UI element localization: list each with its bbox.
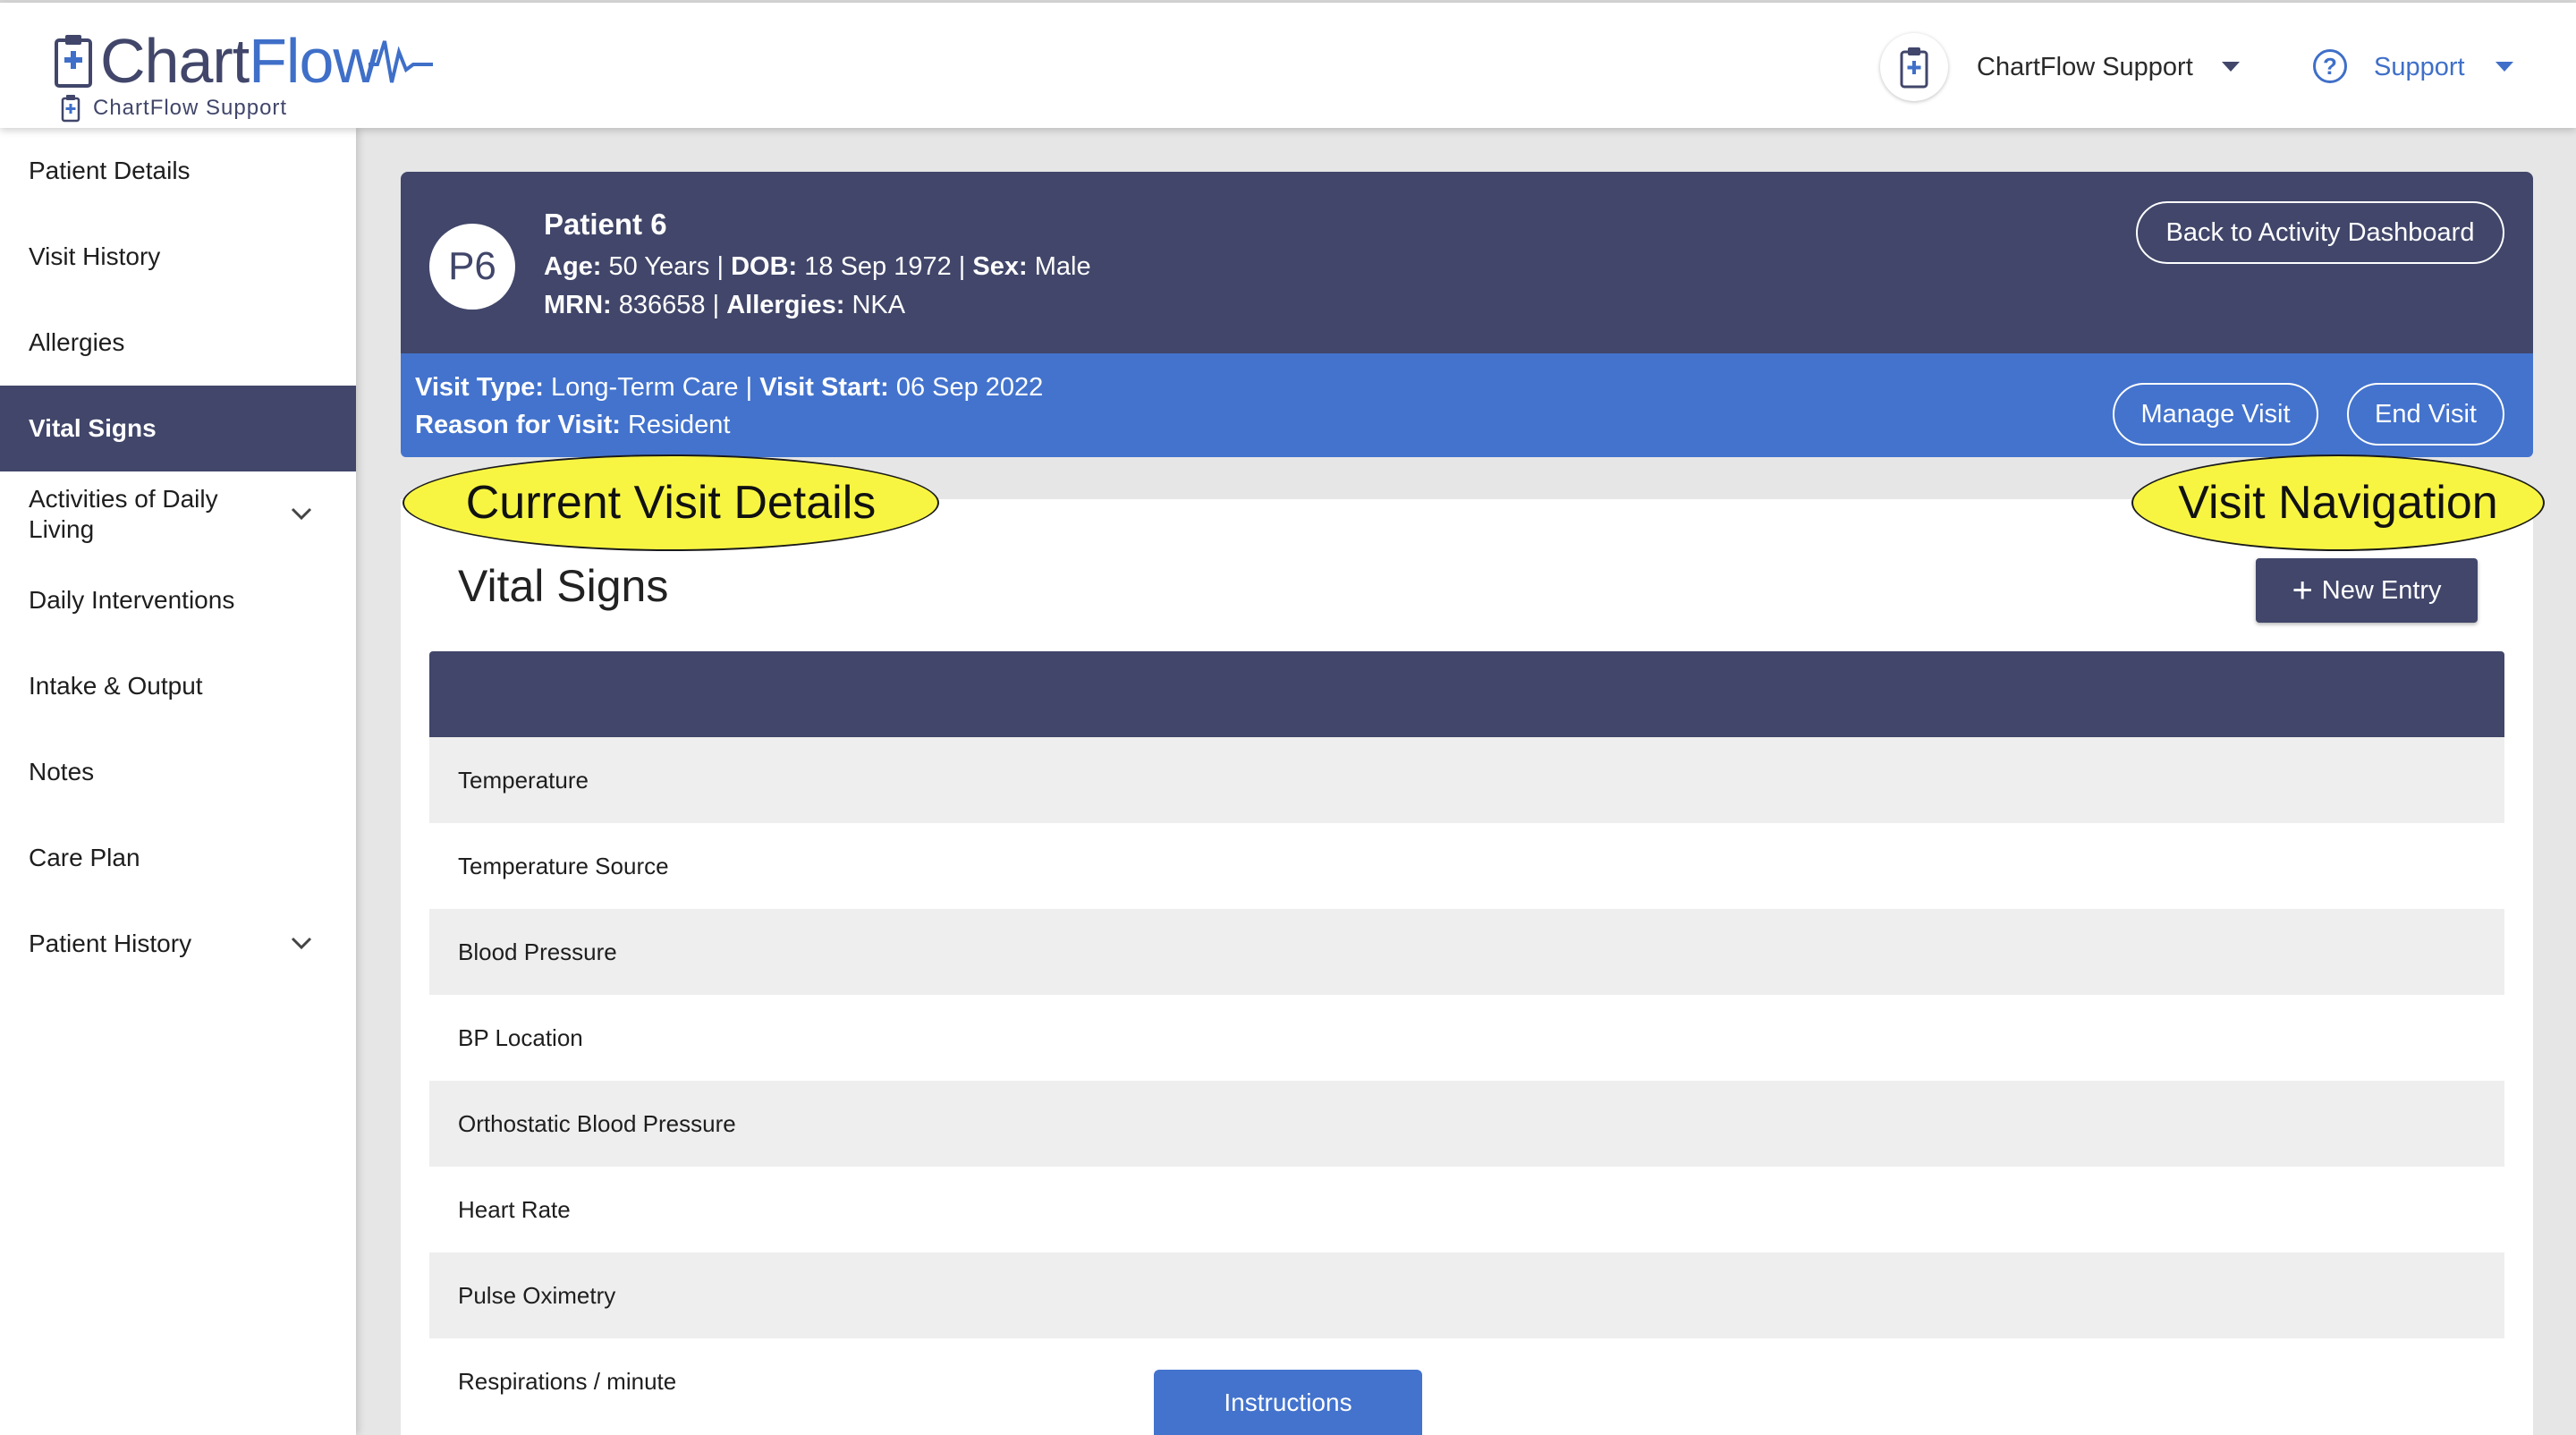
sidebar-item-daily-interventions[interactable]: Daily Interventions bbox=[0, 557, 356, 643]
table-row[interactable]: Blood Pressure bbox=[429, 909, 2504, 995]
sidebar-item-visit-history[interactable]: Visit History bbox=[0, 214, 356, 300]
patient-name: Patient 6 bbox=[544, 208, 667, 241]
pulse-wave-icon bbox=[368, 40, 433, 83]
back-to-activity-dashboard-button[interactable]: Back to Activity Dashboard bbox=[2136, 201, 2504, 264]
callout-current-visit-details: Current Visit Details bbox=[402, 454, 939, 551]
manage-visit-button[interactable]: Manage Visit bbox=[2113, 383, 2318, 446]
separator: | bbox=[712, 291, 720, 319]
clipboard-icon bbox=[1900, 47, 1928, 89]
visit-reason-line: Reason for Visit: Resident bbox=[415, 411, 730, 440]
patient-identifiers: MRN: 836658 | Allergies: NKA bbox=[544, 291, 905, 320]
sidebar-item-care-plan[interactable]: Care Plan bbox=[0, 815, 356, 901]
sidebar-item-label: Patient Details bbox=[29, 157, 191, 184]
separator: | bbox=[716, 252, 724, 281]
age-label: Age: bbox=[544, 252, 602, 281]
row-label: Temperature Source bbox=[458, 852, 669, 879]
sidebar-item-notes[interactable]: Notes bbox=[0, 729, 356, 815]
sidebar-item-allergies[interactable]: Allergies bbox=[0, 300, 356, 386]
help-circle-icon[interactable]: ? bbox=[2313, 49, 2347, 83]
callout-visit-navigation: Visit Navigation bbox=[2131, 454, 2545, 551]
new-entry-label: New Entry bbox=[2321, 575, 2442, 605]
visit-type-label: Visit Type: bbox=[415, 373, 544, 402]
sidebar-item-label: Allergies bbox=[29, 328, 125, 356]
visit-reason-label: Reason for Visit: bbox=[415, 411, 621, 439]
separator: | bbox=[958, 252, 966, 281]
dob-value: 18 Sep 1972 bbox=[804, 252, 952, 281]
visit-reason-value: Resident bbox=[627, 411, 731, 439]
new-entry-button[interactable]: + New Entry bbox=[2256, 558, 2478, 623]
allergies-label: Allergies: bbox=[726, 291, 845, 319]
table-row[interactable]: Temperature bbox=[429, 737, 2504, 823]
chevron-down-icon[interactable] bbox=[290, 935, 313, 951]
patient-avatar: P6 bbox=[429, 224, 515, 310]
row-label: Temperature bbox=[458, 766, 589, 794]
separator: | bbox=[745, 373, 753, 402]
patient-banner: P6 Patient 6 Age: 50 Years | DOB: 18 Sep… bbox=[401, 172, 2533, 353]
table-row[interactable]: Respirations / minute bbox=[429, 1338, 2504, 1424]
user-menu-label[interactable]: ChartFlow Support bbox=[1977, 53, 2193, 82]
table-row[interactable]: Pulse Oximetry bbox=[429, 1252, 2504, 1338]
table-row[interactable]: Orthostatic Blood Pressure bbox=[429, 1081, 2504, 1167]
age-value: 50 Years bbox=[608, 252, 710, 281]
table-row[interactable]: BP Location bbox=[429, 995, 2504, 1081]
sex-value: Male bbox=[1034, 252, 1091, 281]
sidebar-item-label: Vital Signs bbox=[29, 414, 157, 442]
row-label: BP Location bbox=[458, 1023, 583, 1051]
clipboard-icon bbox=[61, 95, 80, 123]
mrn-value: 836658 bbox=[618, 291, 706, 319]
patient-demographics: Age: 50 Years | DOB: 18 Sep 1972 | Sex: … bbox=[544, 252, 1091, 282]
sidebar-item-label: Activities of Daily Living bbox=[29, 485, 218, 543]
logo-subtitle-text: ChartFlow Support bbox=[93, 96, 288, 120]
plus-icon: + bbox=[2292, 571, 2313, 610]
visit-start-label: Visit Start: bbox=[759, 373, 889, 402]
logo-flow-text: Flow bbox=[249, 26, 378, 96]
visit-type-line: Visit Type: Long-Term Care | Visit Start… bbox=[415, 373, 1043, 403]
table-header bbox=[429, 651, 2504, 737]
sidebar-item-activities-of-daily-living[interactable]: Activities of Daily Living bbox=[0, 471, 356, 557]
allergies-value: NKA bbox=[852, 291, 906, 319]
instructions-tab[interactable]: Instructions bbox=[1154, 1370, 1422, 1435]
row-label: Respirations / minute bbox=[458, 1367, 677, 1395]
sidebar-item-patient-history[interactable]: Patient History bbox=[0, 901, 356, 987]
dob-label: DOB: bbox=[731, 252, 798, 281]
vital-signs-panel: Vital Signs + New Entry Temperature Temp… bbox=[401, 499, 2533, 1435]
sidebar-item-label: Care Plan bbox=[29, 844, 140, 871]
logo-wordmark: ChartFlow bbox=[100, 30, 378, 92]
table-row[interactable]: Temperature Source bbox=[429, 823, 2504, 909]
visit-details-band: Visit Type: Long-Term Care | Visit Start… bbox=[401, 353, 2533, 457]
mrn-label: MRN: bbox=[544, 291, 612, 319]
caret-down-icon[interactable] bbox=[2496, 62, 2513, 72]
logo-chart-text: Chart bbox=[100, 26, 250, 96]
app-logo[interactable]: ChartFlow bbox=[54, 30, 433, 92]
user-avatar[interactable] bbox=[1880, 33, 1948, 101]
clipboard-icon bbox=[55, 35, 92, 88]
row-label: Heart Rate bbox=[458, 1195, 571, 1223]
row-label: Orthostatic Blood Pressure bbox=[458, 1109, 736, 1137]
support-menu-label[interactable]: Support bbox=[2374, 53, 2465, 82]
table-row[interactable]: Heart Rate bbox=[429, 1167, 2504, 1252]
vital-signs-table: Temperature Temperature Source Blood Pre… bbox=[429, 651, 2504, 1424]
sidebar-item-label: Visit History bbox=[29, 242, 161, 270]
sidebar-item-vital-signs[interactable]: Vital Signs bbox=[0, 386, 356, 471]
chevron-down-icon[interactable] bbox=[290, 505, 313, 522]
visit-start-value: 06 Sep 2022 bbox=[895, 373, 1044, 402]
sidebar-item-patient-details[interactable]: Patient Details bbox=[0, 128, 356, 214]
sidebar-item-label: Patient History bbox=[29, 930, 192, 957]
visit-type-value: Long-Term Care bbox=[551, 373, 739, 402]
caret-down-icon[interactable] bbox=[2222, 62, 2240, 72]
end-visit-button[interactable]: End Visit bbox=[2347, 383, 2504, 446]
row-label: Blood Pressure bbox=[458, 938, 617, 965]
row-label: Pulse Oximetry bbox=[458, 1281, 616, 1309]
sidebar-item-label: Intake & Output bbox=[29, 672, 203, 700]
logo-subtitle: ChartFlow Support bbox=[61, 94, 287, 123]
sidebar-item-label: Daily Interventions bbox=[29, 586, 235, 614]
sex-label: Sex: bbox=[972, 252, 1028, 281]
page-title: Vital Signs bbox=[458, 561, 669, 611]
app-header: ChartFlow ChartFlow Support ChartFlow Su… bbox=[0, 3, 2576, 128]
sidebar-item-intake-output[interactable]: Intake & Output bbox=[0, 643, 356, 729]
sidebar-nav: Patient Details Visit History Allergies … bbox=[0, 128, 356, 1435]
sidebar-item-label: Notes bbox=[29, 758, 95, 785]
